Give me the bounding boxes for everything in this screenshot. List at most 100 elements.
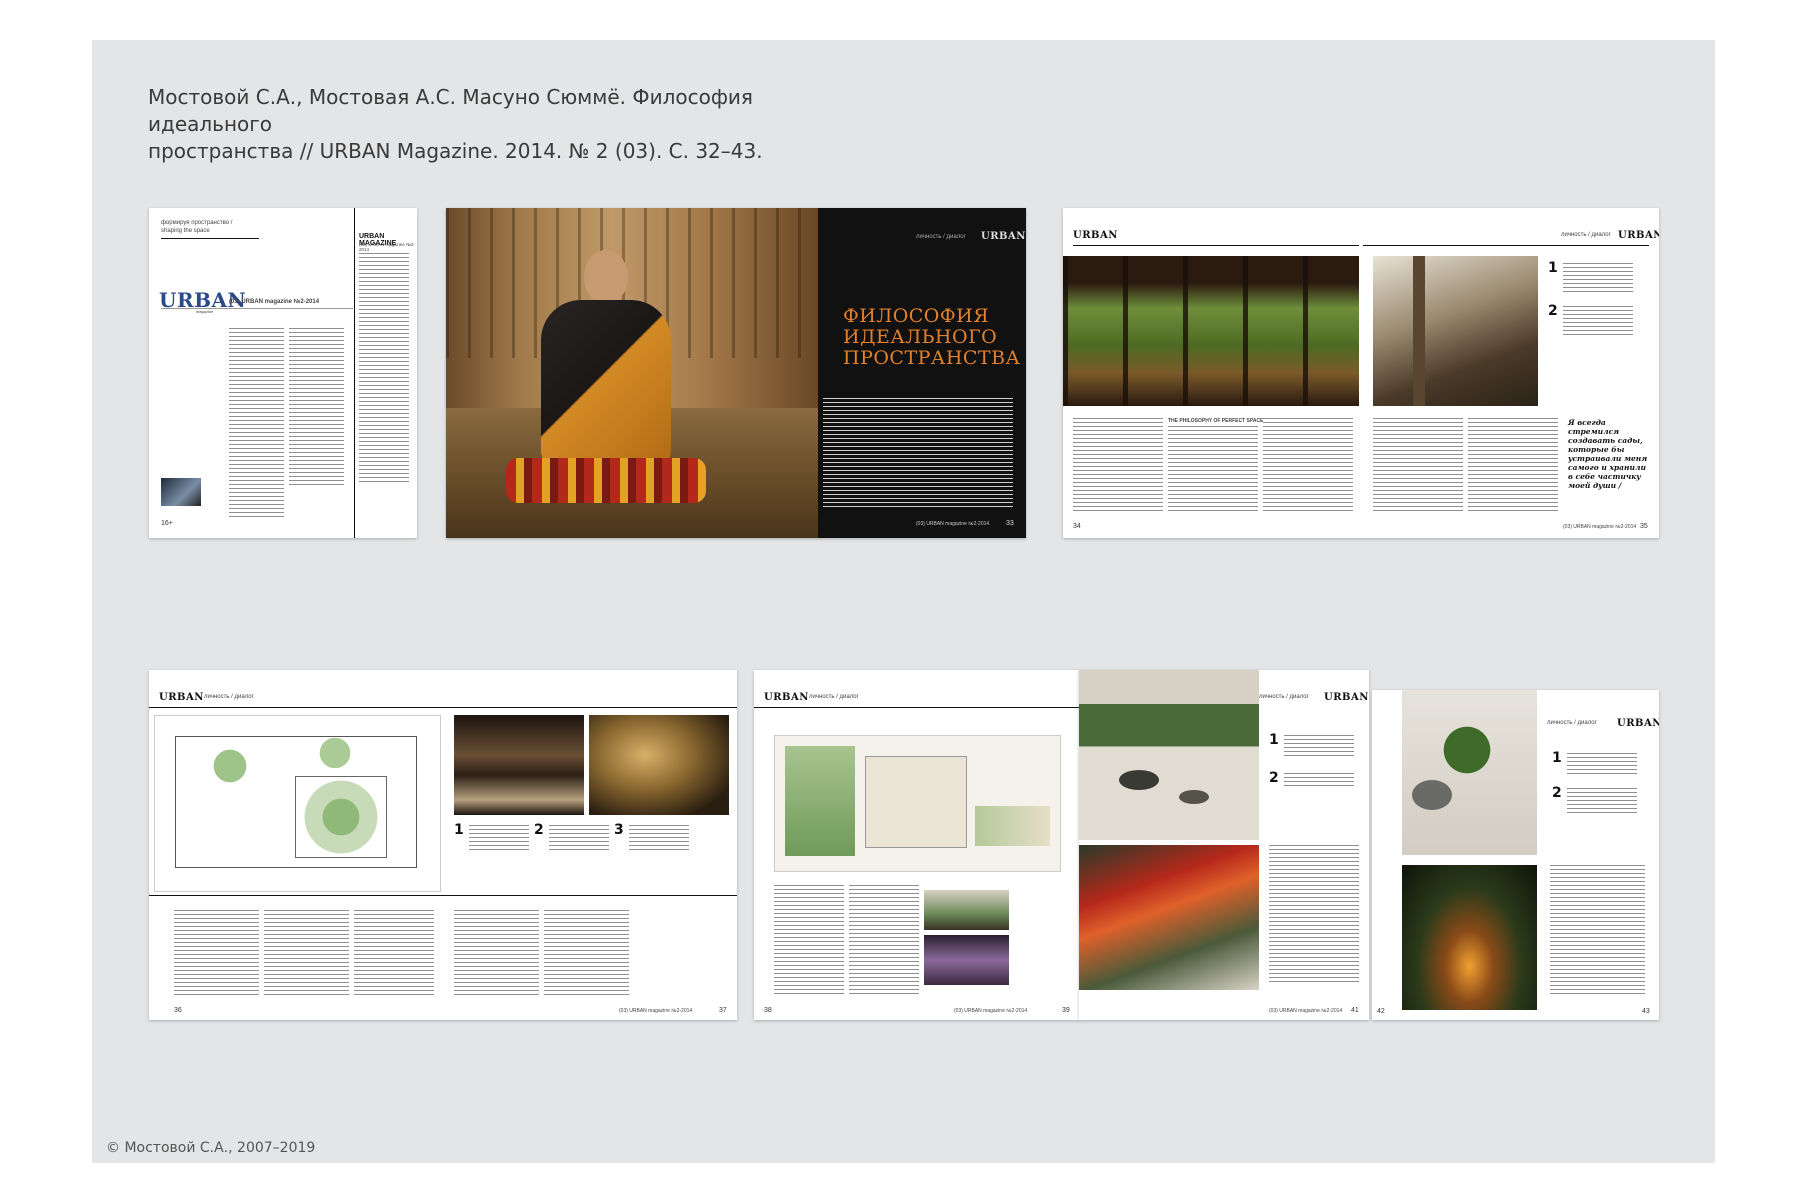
page-42: 42	[1377, 1008, 1385, 1015]
spread34-logo: URBAN	[1073, 230, 1118, 241]
spread37-footer: (03) URBAN magazine №2-2014	[619, 1008, 693, 1014]
page-34: 34	[1073, 523, 1081, 530]
night-waterfall-photo	[1402, 865, 1537, 1010]
spread37-col-2	[544, 910, 629, 995]
opener-footer: (03) URBAN magazine №2-2014	[916, 521, 990, 527]
masthead-column-1	[229, 328, 284, 518]
tea-room-photo	[1373, 256, 1538, 406]
spread43-logo: URBAN	[1617, 718, 1659, 729]
caption-number-1b: 1	[454, 822, 464, 838]
garden-plan-drawing	[154, 715, 441, 892]
spread37-col-1	[454, 910, 539, 995]
caption-number-1c: 1	[1269, 732, 1279, 748]
opener-spread: личность / диалог URBAN ФИЛОСОФИЯ ИДЕАЛЬ…	[446, 208, 1026, 538]
citation-line-2: пространства // URBAN Magazine. 2014. № …	[148, 139, 763, 163]
page-39: 39	[1062, 1007, 1070, 1014]
spread43-col-1	[1550, 865, 1645, 995]
spread-38-39: URBAN личность / диалог 38 (03) URBAN ma…	[754, 670, 1079, 1020]
monk-portrait-photo	[446, 208, 818, 538]
title-line-3: ПРОСТРАНСТВА	[843, 347, 1021, 369]
caption-1c	[1284, 735, 1354, 757]
courtyard-photo	[924, 890, 1009, 930]
caption-number-1: 1	[1548, 260, 1558, 276]
spread34-col-2	[1168, 426, 1258, 513]
logo-sub: magazine	[196, 309, 214, 314]
caption-1b	[469, 825, 529, 853]
english-heading: THE PHILOSOPHY OF PERFECT SPACE	[1168, 418, 1264, 424]
spread35-col-2	[1468, 418, 1558, 513]
page-36: 36	[174, 1007, 182, 1014]
spread39-footer: (03) URBAN magazine №2-2014	[954, 1008, 1028, 1014]
spread36-col-3	[354, 910, 434, 995]
caption-number-2c: 2	[1269, 770, 1279, 786]
opener-page-number: 33	[1006, 520, 1014, 527]
spread35-col-1	[1373, 418, 1463, 513]
page-43: 43	[1642, 1008, 1650, 1015]
copyright: © Мостовой С.А., 2007–2019	[106, 1140, 316, 1156]
page-41: 41	[1351, 1007, 1359, 1014]
spread34-col-3	[1263, 418, 1353, 513]
spread36-col-2	[264, 910, 349, 995]
spread36-logo: URBAN	[159, 692, 204, 703]
citation-line-1: Мостовой С.А., Мостовая А.С. Масуно Сюмм…	[148, 85, 753, 136]
spread35-logo: URBAN	[1618, 230, 1659, 241]
spread36-section: личность / диалог	[204, 694, 254, 700]
masthead-column-3	[359, 253, 409, 483]
masthead-column-2	[289, 328, 344, 488]
tablet-thumbnail	[161, 478, 201, 506]
pool-photo	[924, 935, 1009, 985]
citation: Мостовой С.А., Мостовая А.С. Масуно Сюмм…	[148, 84, 868, 165]
landscape-plan-drawing	[774, 735, 1061, 872]
spread38-logo: URBAN	[764, 692, 809, 703]
spread-36-37: URBAN личность / диалог 1 2 3 36 (03) UR…	[149, 670, 737, 1020]
caption-number-3b: 3	[614, 822, 624, 838]
spread41-logo: URBAN	[1324, 692, 1369, 703]
garden-aerial-photo	[1402, 690, 1537, 855]
rubric-en: shaping the space	[161, 228, 210, 234]
masthead-right-sub: (03) URBAN magazine №2-2014	[359, 242, 415, 252]
spread38-section: личность / диалог	[809, 694, 859, 700]
caption-2b	[549, 825, 609, 853]
spread36-col-1	[174, 910, 259, 995]
spread38-col-2	[849, 885, 919, 995]
spread34-col-1	[1073, 418, 1163, 513]
presentation-board: Мостовой С.А., Мостовая А.С. Масуно Сюмм…	[92, 40, 1715, 1163]
article-title: ФИЛОСОФИЯ ИДЕАЛЬНОГО ПРОСТРАНСТВА	[843, 306, 1020, 369]
opener-logo: URBAN	[981, 231, 1026, 242]
corridor-photo	[454, 715, 584, 815]
waterfall-wall-photo	[589, 715, 729, 815]
red-maple-garden-photo	[1079, 845, 1259, 990]
temple-interior-photo	[1063, 256, 1359, 406]
page-35: 35	[1640, 523, 1648, 530]
spread-42-43: личность / диалог URBAN 1 2 42 43	[1372, 690, 1659, 1020]
title-line-1: ФИЛОСОФИЯ	[843, 305, 990, 327]
opener-lead-text	[823, 398, 1013, 508]
spread35-footer: (03) URBAN magazine №2-2014	[1563, 524, 1637, 530]
age-rating: 16+	[161, 520, 173, 527]
spread-34-35: URBAN THE PHILOSOPHY OF PERFECT SPACE 34…	[1063, 208, 1659, 538]
spread43-section: личность / диалог	[1547, 720, 1597, 726]
caption-number-2: 2	[1548, 303, 1558, 319]
caption-2d	[1567, 788, 1637, 816]
pull-quote: Я всегда стремился создавать сады, котор…	[1568, 418, 1648, 490]
caption-number-2d: 2	[1552, 785, 1562, 801]
zen-garden-photo	[1079, 670, 1259, 840]
rubric: формируя пространство /	[161, 220, 233, 226]
caption-number-2b: 2	[534, 822, 544, 838]
caption-2	[1563, 306, 1633, 336]
spread41-section: личность / диалог	[1259, 694, 1309, 700]
masthead-page: формируя пространство / shaping the spac…	[149, 208, 417, 538]
issue-label: (03) URBAN magazine №2-2014	[229, 299, 320, 305]
page-37: 37	[719, 1007, 727, 1014]
spread41-col-1	[1269, 845, 1359, 985]
opener-section: личность / диалог	[916, 234, 966, 240]
caption-3b	[629, 825, 689, 853]
caption-number-1d: 1	[1552, 750, 1562, 766]
caption-1	[1563, 263, 1633, 293]
title-line-2: ИДЕАЛЬНОГО	[843, 326, 998, 348]
spread41-footer: (03) URBAN magazine №2-2014	[1269, 1008, 1343, 1014]
spread-40-41: личность / диалог URBAN 1 2 (03) URBAN m…	[1079, 670, 1369, 1020]
caption-2c	[1284, 773, 1354, 789]
spread35-section: личность / диалог	[1561, 232, 1611, 238]
page-38: 38	[764, 1007, 772, 1014]
